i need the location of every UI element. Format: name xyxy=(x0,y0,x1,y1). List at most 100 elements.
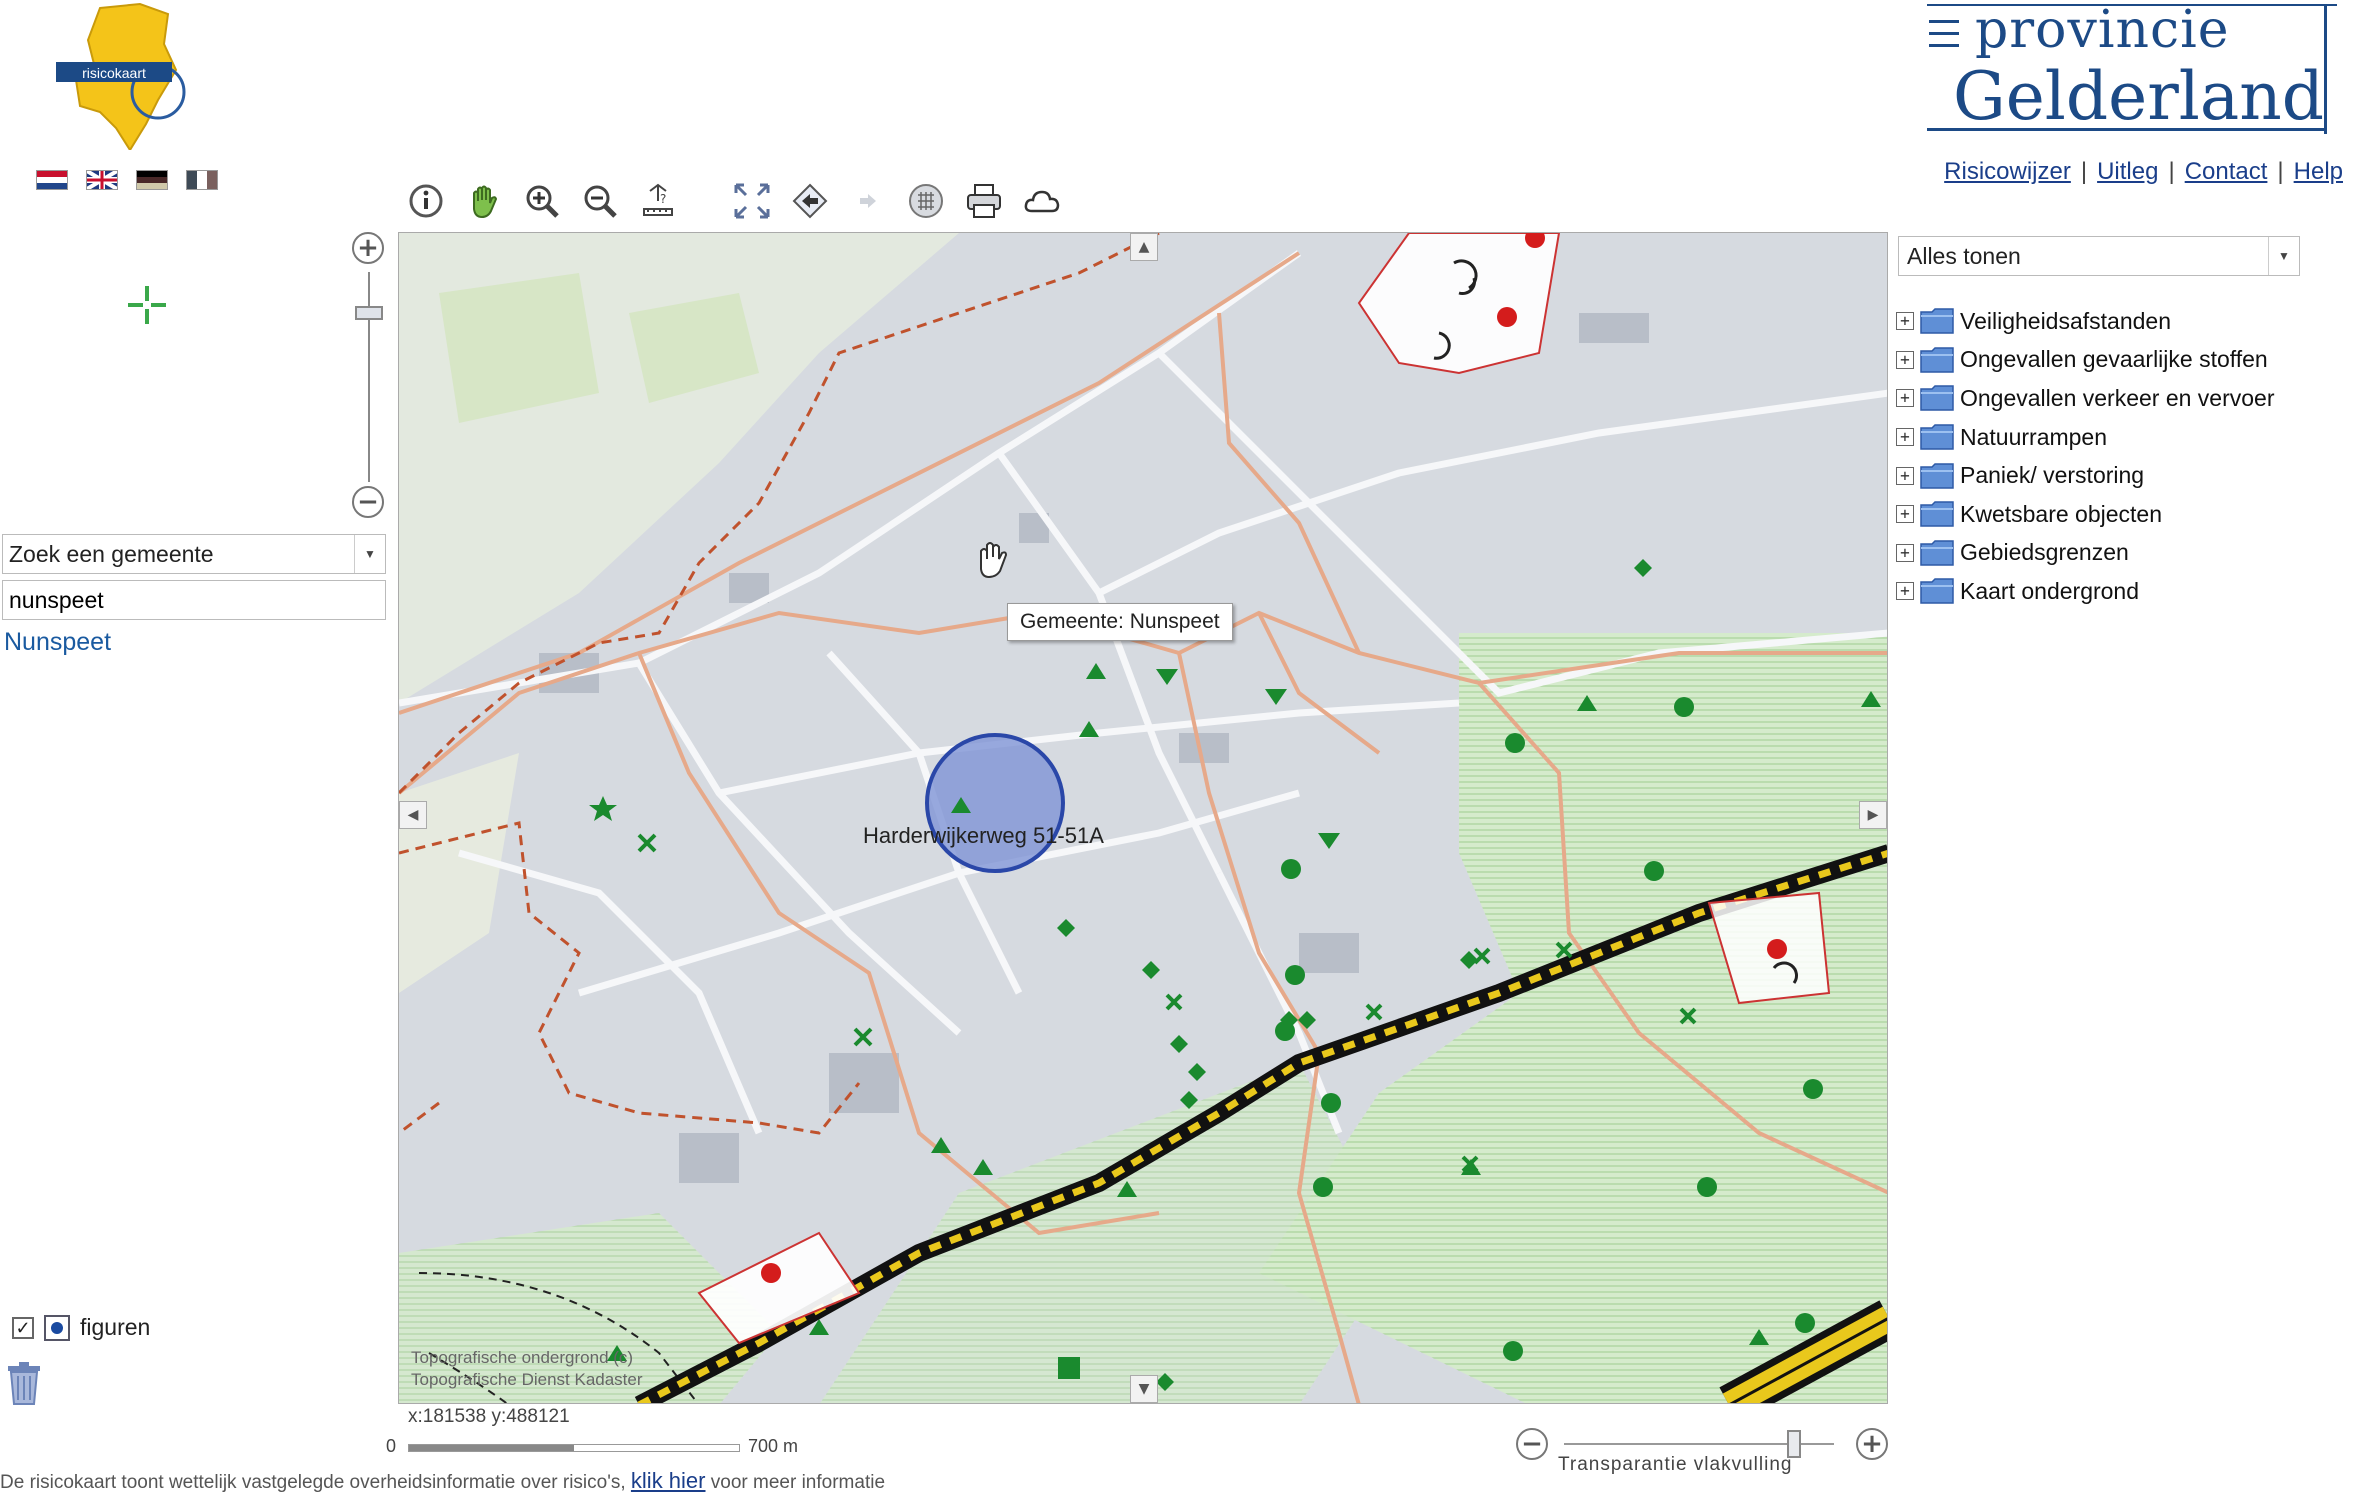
transparency-plus-button[interactable]: + xyxy=(1856,1428,1888,1460)
zoom-handle[interactable] xyxy=(355,306,383,320)
coordinate-readout: x:181538 y:488121 xyxy=(408,1406,570,1427)
marker-triangle-down xyxy=(1318,833,1340,849)
link-help[interactable]: Help xyxy=(2294,158,2343,185)
layer-filter-value: Alles tonen xyxy=(1907,242,2021,269)
marker-circle xyxy=(1275,1021,1295,1041)
trash-icon[interactable] xyxy=(4,1360,44,1406)
marker-diamond xyxy=(1634,559,1652,577)
marker-circle xyxy=(1505,733,1525,753)
fr-flag-icon[interactable] xyxy=(186,170,218,190)
layer-paniek-verstoring[interactable]: + Paniek/ verstoring xyxy=(1896,456,2275,495)
pan-hand-icon[interactable] xyxy=(462,179,506,223)
full-extent-icon[interactable] xyxy=(730,179,774,223)
transparency-minus-button[interactable]: − xyxy=(1516,1428,1548,1460)
gemeente-select[interactable]: Zoek een gemeente ▼ xyxy=(2,534,386,574)
info-icon[interactable] xyxy=(404,179,448,223)
en-flag-icon[interactable] xyxy=(86,170,118,190)
map-toolbar: ? xyxy=(404,176,1078,226)
link-risicowijzer[interactable]: Risicowijzer xyxy=(1944,158,2071,185)
marker-diamond xyxy=(1057,919,1075,937)
marker-circle xyxy=(1281,859,1301,879)
layer-ongevallen-verkeer-en-vervoer[interactable]: + Ongevallen verkeer en vervoer xyxy=(1896,379,2275,418)
measure-icon[interactable]: ? xyxy=(636,179,680,223)
figuren-checkbox[interactable]: ✓ xyxy=(12,1316,34,1339)
pan-up-button[interactable]: ▲ xyxy=(1130,233,1158,261)
expand-icon[interactable]: + xyxy=(1896,466,1914,485)
marker-cross xyxy=(1679,1007,1697,1025)
zoom-out-icon[interactable] xyxy=(578,179,622,223)
marker-circle xyxy=(1285,965,1305,985)
layer-gebiedsgrenzen[interactable]: + Gebiedsgrenzen xyxy=(1896,534,2275,573)
marker-diamond xyxy=(1142,961,1160,979)
map-canvas[interactable]: ▲ ▼ ◀ ▶ Gemeente: Nunspeet Harderwijkerw… xyxy=(398,232,1888,1404)
print-icon[interactable] xyxy=(962,179,1006,223)
crosshair-icon xyxy=(124,282,170,328)
marker-diamond xyxy=(1170,1035,1188,1053)
footer-link[interactable]: klik hier xyxy=(631,1468,706,1493)
svg-text:?: ? xyxy=(660,192,666,206)
layer-label: Gebiedsgrenzen xyxy=(1960,539,2129,566)
risk-dot xyxy=(1767,939,1787,959)
link-contact[interactable]: Contact xyxy=(2185,158,2268,185)
address-label: Harderwijkerweg 51-51A xyxy=(863,823,1104,848)
grid-icon[interactable] xyxy=(904,179,948,223)
link-uitleg[interactable]: Uitleg xyxy=(2097,158,2158,185)
marker-circle xyxy=(1674,697,1694,717)
search-result-link[interactable]: Nunspeet xyxy=(4,628,111,657)
marker-diamond xyxy=(1180,1091,1198,1109)
folder-icon xyxy=(1920,578,1954,605)
layer-tree: + Veiligheidsafstanden + Ongevallen geva… xyxy=(1896,302,2275,611)
logo-text: risicokaart xyxy=(82,65,146,81)
marker-circle xyxy=(1697,1177,1717,1197)
marker-triangle xyxy=(1577,695,1597,711)
marker-diamond xyxy=(1298,1011,1316,1029)
zoom-track[interactable] xyxy=(368,272,370,482)
marker-triangle xyxy=(1117,1181,1137,1197)
cloud-icon[interactable] xyxy=(1020,179,1064,223)
de-flag-icon[interactable] xyxy=(136,170,168,190)
risk-dot xyxy=(761,1263,781,1283)
expand-icon[interactable]: + xyxy=(1896,350,1914,369)
pan-down-button[interactable]: ▼ xyxy=(1130,1375,1158,1403)
layer-filter-select[interactable]: Alles tonen ▼ xyxy=(1898,236,2300,276)
marker-circle xyxy=(1803,1079,1823,1099)
footer-text-after: voor meer informatie xyxy=(710,1472,886,1493)
layer-kaart-ondergrond[interactable]: + Kaart ondergrond xyxy=(1896,572,2275,611)
footer-text-before: De risicokaart toont wettelijk vastgeleg… xyxy=(0,1472,626,1493)
layer-label: Ongevallen verkeer en vervoer xyxy=(1960,384,2275,411)
expand-icon[interactable]: + xyxy=(1896,505,1914,524)
marker-triangle-down xyxy=(1156,669,1178,685)
expand-icon[interactable]: + xyxy=(1896,428,1914,447)
search-input[interactable] xyxy=(2,580,386,620)
brand-provincie: provincie xyxy=(1975,0,2230,60)
layer-kwetsbare-objecten[interactable]: + Kwetsbare objecten xyxy=(1896,495,2275,534)
layer-ongevallen-gevaarlijke-stoffen[interactable]: + Ongevallen gevaarlijke stoffen xyxy=(1896,341,2275,380)
layer-label: Natuurrampen xyxy=(1960,423,2108,450)
risk-dot xyxy=(1525,233,1545,248)
brand-bars-icon xyxy=(1929,20,1959,56)
zoom-out-button[interactable]: − xyxy=(352,486,384,518)
hand-cursor-icon xyxy=(980,542,1008,579)
risicokaart-logo[interactable]: risicokaart xyxy=(40,0,190,152)
expand-icon[interactable]: + xyxy=(1896,543,1914,562)
provincie-gelderland-logo: provincie Gelderland xyxy=(1917,0,2337,150)
nl-flag-icon[interactable] xyxy=(36,170,68,190)
back-arrow-icon[interactable] xyxy=(788,179,832,223)
pan-right-button[interactable]: ▶ xyxy=(1859,801,1887,829)
layer-natuurrampen[interactable]: + Natuurrampen xyxy=(1896,418,2275,457)
expand-icon[interactable]: + xyxy=(1896,582,1914,601)
marker-triangle xyxy=(1086,663,1106,679)
forward-arrow-icon[interactable] xyxy=(846,179,890,223)
marker-circle xyxy=(1321,1093,1341,1113)
folder-icon xyxy=(1920,462,1954,489)
marker-star xyxy=(589,796,617,821)
figuren-radio[interactable] xyxy=(44,1314,70,1341)
expand-icon[interactable]: + xyxy=(1896,389,1914,408)
expand-icon[interactable]: + xyxy=(1896,312,1914,331)
pan-left-button[interactable]: ◀ xyxy=(399,801,427,829)
zoom-in-icon[interactable] xyxy=(520,179,564,223)
marker-cross xyxy=(637,833,657,853)
layer-label: Paniek/ verstoring xyxy=(1960,462,2145,489)
zoom-in-button[interactable]: + xyxy=(352,232,384,264)
layer-veiligheidsafstanden[interactable]: + Veiligheidsafstanden xyxy=(1896,302,2275,341)
